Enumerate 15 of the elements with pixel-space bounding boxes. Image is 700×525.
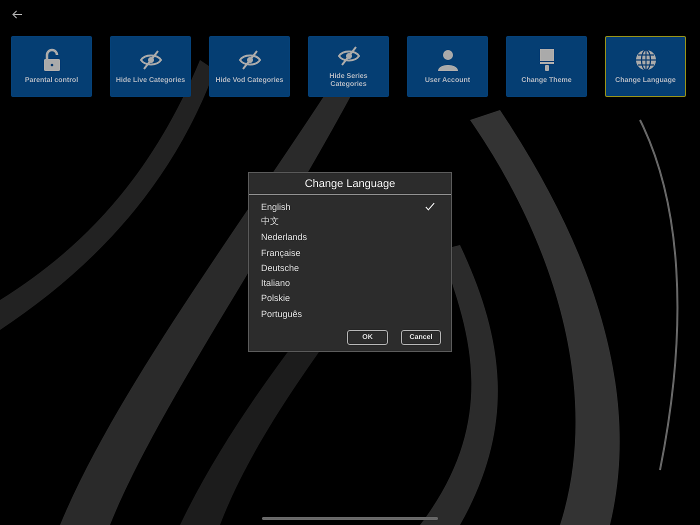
globe-icon (634, 48, 658, 72)
language-option[interactable]: Française (261, 244, 451, 260)
eye-slash-icon (238, 48, 262, 72)
eye-slash-icon (138, 48, 162, 72)
user-icon (436, 48, 460, 72)
language-option[interactable]: Polskie (261, 290, 451, 306)
language-option[interactable]: English (261, 199, 451, 214)
language-option[interactable]: Deutsche (261, 260, 451, 276)
language-option[interactable]: Nederlands (261, 230, 451, 245)
back-arrow-icon[interactable] (12, 10, 23, 18)
language-option[interactable]: Italiano (261, 275, 451, 291)
eye-slash-icon (336, 44, 360, 68)
language-option[interactable]: 中文 (261, 214, 451, 230)
dialog-title: Change Language (249, 173, 451, 195)
language-option[interactable]: Português (261, 306, 451, 322)
